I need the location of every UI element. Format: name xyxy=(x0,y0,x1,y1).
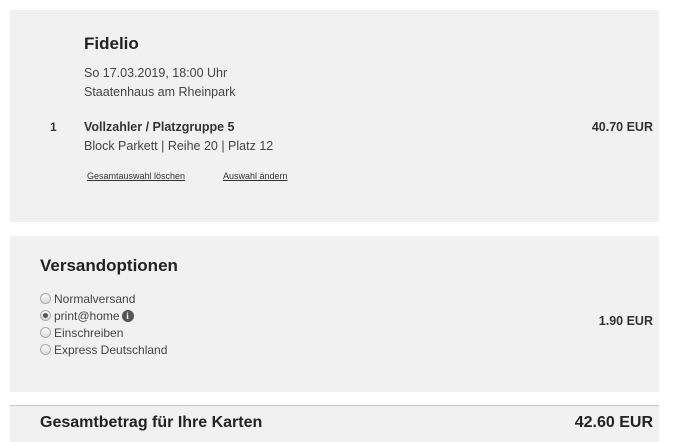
option-label: Normalversand xyxy=(54,291,136,306)
total-panel: Gesamtbetrag für Ihre Karten 42.60 EUR xyxy=(10,405,659,442)
radio-einschreiben[interactable] xyxy=(40,327,51,338)
shipping-option-express[interactable]: Express Deutschland xyxy=(40,341,167,358)
total-label: Gesamtbetrag für Ihre Karten xyxy=(40,414,263,431)
ticket-price: 40.70 EUR xyxy=(591,120,653,134)
ticket-seat: Block Parkett | Reihe 20 | Platz 12 xyxy=(84,139,274,153)
option-label: Einschreiben xyxy=(54,325,124,340)
shipping-option-normal[interactable]: Normalversand xyxy=(40,290,167,307)
ticket-quantity: 1 xyxy=(50,120,57,134)
change-selection-link[interactable]: Auswahl ändern xyxy=(223,171,288,181)
event-date: So 17.03.2019, 18:00 Uhr xyxy=(84,66,228,80)
option-label: Express Deutschland xyxy=(54,342,168,357)
radio-express[interactable] xyxy=(40,344,51,355)
info-icon[interactable]: i xyxy=(121,309,134,322)
shipping-option-einschreiben[interactable]: Einschreiben xyxy=(40,324,167,341)
total-value: 42.60 EUR xyxy=(574,414,653,431)
shipping-options: Normalversand print@home i Einschreiben … xyxy=(40,290,167,358)
radio-print-at-home[interactable] xyxy=(40,310,51,321)
event-title: Fidelio xyxy=(84,34,139,53)
shipping-title: Versandoptionen xyxy=(40,256,178,275)
shipping-price: 1.90 EUR xyxy=(598,314,653,328)
event-venue: Staatenhaus am Rheinpark xyxy=(84,85,236,99)
ticket-category: Vollzahler / Platzgruppe 5 xyxy=(84,120,235,134)
shipping-option-print-at-home[interactable]: print@home i xyxy=(40,307,167,324)
clear-selection-link[interactable]: Gesamtauswahl löschen xyxy=(87,171,185,181)
radio-normal[interactable] xyxy=(40,293,51,304)
shipping-panel: Versandoptionen Normalversand print@home… xyxy=(10,236,659,392)
option-label: print@home xyxy=(54,308,120,323)
event-panel: Fidelio So 17.03.2019, 18:00 Uhr Staaten… xyxy=(10,10,659,222)
